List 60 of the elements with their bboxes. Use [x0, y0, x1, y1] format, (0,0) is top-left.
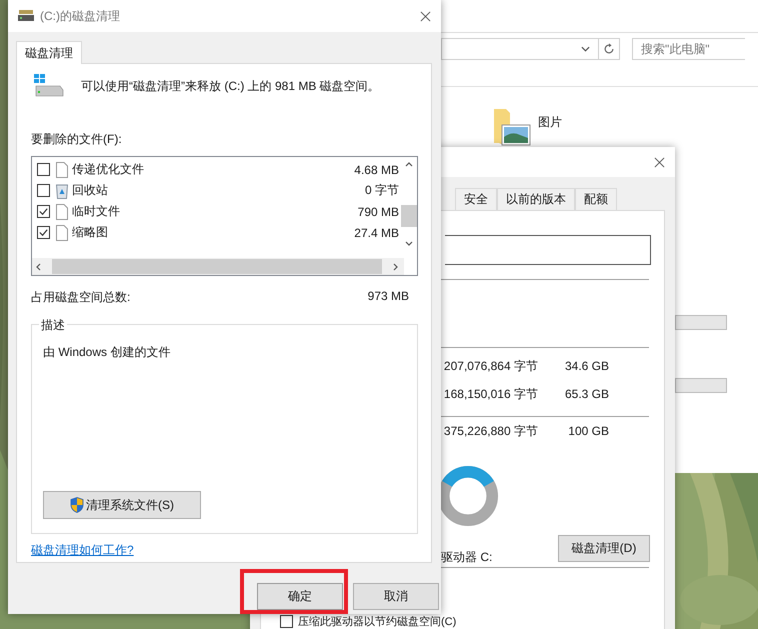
- scroll-down-icon[interactable]: [405, 241, 413, 246]
- byte-count: 168,150,016 字节: [442, 386, 538, 402]
- refresh-icon[interactable]: [603, 43, 615, 55]
- files-label: 要删除的文件(F):: [31, 131, 123, 148]
- file-size: 790 MB: [358, 204, 400, 218]
- checkbox-label[interactable]: 压缩此驱动器以节约磁盘空间(C): [298, 616, 456, 628]
- file-size: 0 字节: [364, 182, 400, 199]
- scrollbar-corner: [404, 258, 417, 275]
- description-text: 由 Windows 创建的文件: [43, 344, 172, 361]
- search-field[interactable]: 搜索"此电脑": [632, 38, 745, 60]
- ok-button[interactable]: 确定: [257, 583, 343, 610]
- byte-count: 207,076,864 字节: [442, 358, 538, 374]
- scroll-thumb[interactable]: [52, 259, 382, 274]
- close-icon[interactable]: [654, 156, 665, 168]
- size-value: 65.3 GB: [564, 387, 609, 401]
- checkbox[interactable]: [37, 226, 50, 239]
- size-value: 100 GB: [567, 424, 609, 438]
- checkbox[interactable]: [37, 205, 50, 218]
- file-category[interactable]: 回收站: [72, 182, 361, 199]
- total-label: 占用磁盘空间总数:: [31, 289, 130, 306]
- checkbox[interactable]: [37, 163, 50, 176]
- shield-icon: [70, 497, 84, 513]
- tab[interactable]: 磁盘清理: [16, 41, 82, 64]
- intro-text: 可以使用“磁盘清理”来释放 (C:) 上的 981 MB 磁盘空间。: [81, 78, 380, 94]
- total-value: 973 MB: [368, 289, 409, 305]
- size-value: 34.6 GB: [564, 359, 609, 373]
- help-link[interactable]: 磁盘清理如何工作?: [31, 542, 134, 559]
- file-category[interactable]: 传递优化文件: [72, 161, 350, 178]
- recycle-bin-icon: [56, 182, 68, 198]
- file-icon: [56, 224, 68, 240]
- name-field[interactable]: [445, 235, 651, 265]
- disk-cleanup-button[interactable]: 磁盘清理(D): [558, 535, 650, 562]
- file-size: 27.4 MB: [354, 226, 400, 240]
- file-icon: [56, 204, 68, 220]
- group-title: 描述: [39, 317, 67, 334]
- file-category[interactable]: 缩略图: [72, 224, 350, 241]
- tab[interactable]: 安全: [455, 188, 497, 210]
- tab[interactable]: 以前的版本: [497, 188, 575, 210]
- folder-label[interactable]: 图片: [538, 114, 562, 130]
- tab[interactable]: 配额: [575, 188, 617, 210]
- clean-system-files-button[interactable]: 清理系统文件(S): [43, 491, 201, 519]
- horizontal-scrollbar[interactable]: [32, 258, 417, 275]
- scroll-right-icon[interactable]: [393, 262, 398, 270]
- drive-icon: [18, 10, 34, 22]
- drive-label: 驱动器 C:: [441, 549, 494, 566]
- window-title: (C:)的磁盘清理: [40, 8, 121, 24]
- scroll-thumb[interactable]: [401, 205, 417, 227]
- folder-icon[interactable]: [492, 107, 532, 147]
- drive-icon: [34, 74, 64, 98]
- file-size: 4.68 MB: [354, 162, 400, 176]
- checkbox[interactable]: [37, 184, 50, 197]
- byte-count: 375,226,880 字节: [442, 422, 538, 440]
- close-icon[interactable]: [420, 10, 431, 22]
- chevron-down-icon[interactable]: [581, 46, 590, 52]
- file-icon: [56, 162, 68, 178]
- checkbox[interactable]: [280, 615, 293, 628]
- cancel-button[interactable]: 取消: [353, 583, 439, 610]
- scroll-up-icon[interactable]: [405, 162, 413, 167]
- file-category[interactable]: 临时文件: [72, 203, 354, 220]
- scroll-left-icon[interactable]: [36, 262, 41, 270]
